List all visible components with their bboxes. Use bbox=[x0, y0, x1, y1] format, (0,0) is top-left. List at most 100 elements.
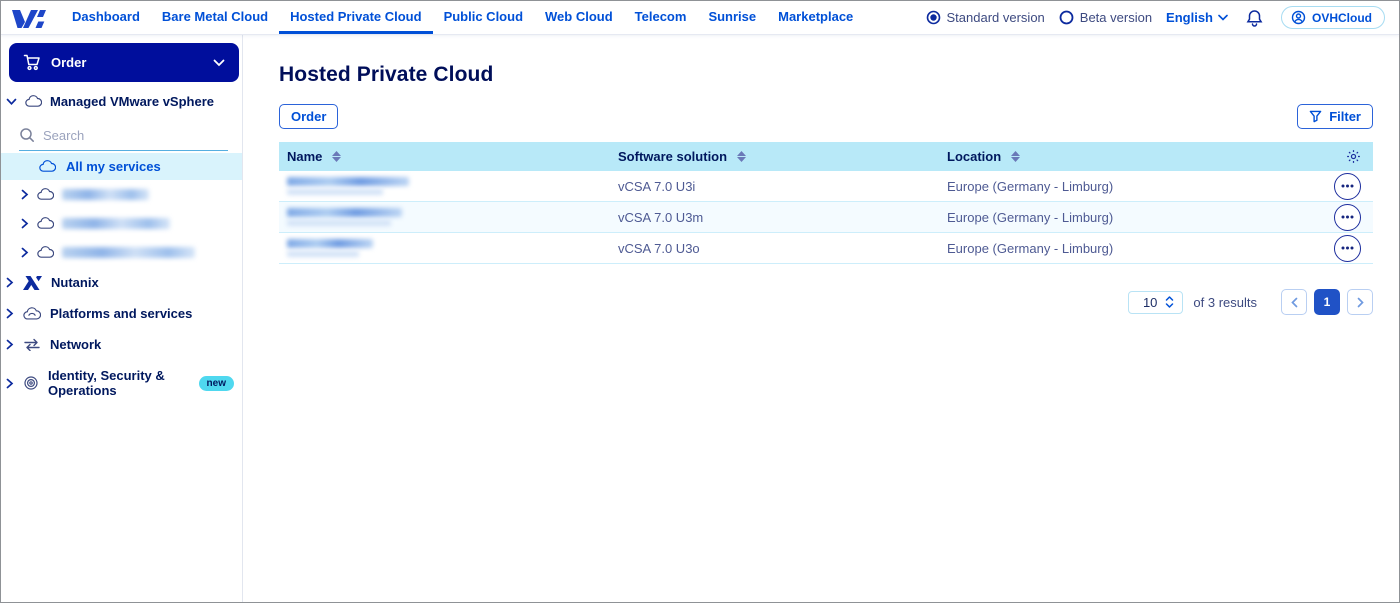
sidebar-section-vsphere[interactable]: Managed VMware vSphere bbox=[1, 88, 242, 115]
chevron-right-icon bbox=[6, 339, 14, 350]
new-badge: new bbox=[199, 376, 234, 391]
location-cell: Europe (Germany - Limburg) bbox=[939, 241, 1299, 256]
nav-web-cloud[interactable]: Web Cloud bbox=[534, 1, 624, 34]
row-actions-button[interactable] bbox=[1334, 173, 1361, 200]
platforms-and-services-label: Platforms and services bbox=[50, 306, 192, 321]
page-size-value: 10 bbox=[1143, 295, 1157, 310]
primary-nav: Dashboard Bare Metal Cloud Hosted Privat… bbox=[61, 1, 864, 34]
sidebar-item-redacted-service[interactable] bbox=[1, 209, 242, 238]
topbar-right-controls: Standard version Beta version English bbox=[926, 1, 1400, 34]
sidebar-order-button[interactable]: Order bbox=[9, 43, 239, 82]
column-header-name[interactable]: Name bbox=[279, 149, 610, 164]
identity-icon bbox=[23, 376, 39, 390]
location-cell: Europe (Germany - Limburg) bbox=[939, 179, 1299, 194]
previous-page-button[interactable] bbox=[1281, 289, 1307, 315]
redacted-service-name bbox=[287, 239, 373, 257]
location-column-label: Location bbox=[947, 149, 1001, 164]
vsphere-section-label: Managed VMware vSphere bbox=[50, 94, 214, 109]
order-button-label: Order bbox=[51, 55, 86, 70]
software-solution-column-label: Software solution bbox=[618, 149, 727, 164]
sidebar-item-redacted-service[interactable] bbox=[1, 238, 242, 267]
service-name-cell[interactable] bbox=[279, 239, 610, 257]
page-1-button[interactable]: 1 bbox=[1314, 289, 1340, 315]
column-header-software-solution[interactable]: Software solution bbox=[610, 149, 939, 164]
page-size-select[interactable]: 10 bbox=[1128, 291, 1183, 314]
table-row[interactable]: vCSA 7.0 U3i Europe (Germany - Limburg) bbox=[279, 171, 1373, 202]
account-button[interactable]: OVHCloud bbox=[1281, 6, 1385, 29]
radio-unselected-icon bbox=[1059, 10, 1074, 25]
redacted-service-name bbox=[287, 208, 402, 226]
cloud-services-icon bbox=[23, 307, 41, 321]
nav-dashboard[interactable]: Dashboard bbox=[61, 1, 151, 34]
network-icon bbox=[23, 338, 41, 351]
beta-version-label: Beta version bbox=[1080, 10, 1152, 25]
network-label: Network bbox=[50, 337, 101, 352]
user-icon bbox=[1291, 10, 1306, 25]
software-solution-cell: vCSA 7.0 U3m bbox=[610, 210, 939, 225]
nav-hosted-private-cloud[interactable]: Hosted Private Cloud bbox=[279, 1, 432, 34]
language-label: English bbox=[1166, 10, 1213, 25]
sort-icon[interactable] bbox=[1011, 151, 1020, 162]
pagination: 10 of 3 results 1 bbox=[279, 289, 1373, 315]
chevron-right-icon bbox=[6, 378, 14, 389]
column-settings bbox=[1299, 149, 1373, 164]
account-label: OVHCloud bbox=[1312, 11, 1372, 25]
sidebar-item-nutanix[interactable]: Nutanix bbox=[1, 267, 242, 298]
sidebar-item-platforms-and-services[interactable]: Platforms and services bbox=[1, 298, 242, 329]
filter-funnel-icon bbox=[1309, 110, 1322, 123]
sidebar-item-network[interactable]: Network bbox=[1, 329, 242, 360]
app-window: Dashboard Bare Metal Cloud Hosted Privat… bbox=[0, 0, 1400, 603]
sidebar-item-redacted-service[interactable] bbox=[1, 180, 242, 209]
redacted-service-name bbox=[62, 247, 195, 258]
search-icon bbox=[19, 127, 35, 143]
next-page-button[interactable] bbox=[1347, 289, 1373, 315]
cloud-icon bbox=[39, 160, 56, 173]
chevron-right-icon bbox=[21, 189, 29, 200]
table-row[interactable]: vCSA 7.0 U3m Europe (Germany - Limburg) bbox=[279, 202, 1373, 233]
language-selector[interactable]: English bbox=[1166, 10, 1228, 25]
search-input[interactable] bbox=[43, 128, 203, 143]
services-table: Name Software solution Location bbox=[279, 142, 1373, 264]
cart-icon bbox=[23, 54, 41, 71]
page-title: Hosted Private Cloud bbox=[279, 63, 1373, 87]
chevron-down-icon bbox=[1218, 14, 1228, 21]
location-cell: Europe (Germany - Limburg) bbox=[939, 210, 1299, 225]
filter-button-label: Filter bbox=[1329, 109, 1361, 124]
sidebar-item-all-my-services[interactable]: All my services bbox=[1, 153, 242, 180]
nav-bare-metal-cloud[interactable]: Bare Metal Cloud bbox=[151, 1, 279, 34]
service-name-cell[interactable] bbox=[279, 177, 610, 195]
ovhcloud-logo[interactable] bbox=[1, 1, 61, 34]
chevron-right-icon bbox=[6, 277, 14, 288]
gear-icon[interactable] bbox=[1346, 149, 1361, 164]
nav-marketplace[interactable]: Marketplace bbox=[767, 1, 864, 34]
sort-icon[interactable] bbox=[737, 151, 746, 162]
all-my-services-label: All my services bbox=[66, 159, 161, 174]
standard-version-radio[interactable]: Standard version bbox=[926, 10, 1045, 25]
row-actions-button[interactable] bbox=[1334, 204, 1361, 231]
table-row[interactable]: vCSA 7.0 U3o Europe (Germany - Limburg) bbox=[279, 233, 1373, 264]
service-name-cell[interactable] bbox=[279, 208, 610, 226]
nav-public-cloud[interactable]: Public Cloud bbox=[433, 1, 534, 34]
order-button[interactable]: Order bbox=[279, 104, 338, 129]
updown-caret-icon bbox=[1165, 296, 1174, 308]
sort-icon[interactable] bbox=[332, 151, 341, 162]
nav-telecom[interactable]: Telecom bbox=[624, 1, 698, 34]
cloud-icon bbox=[25, 95, 42, 108]
name-column-label: Name bbox=[287, 149, 322, 164]
chevron-down-icon bbox=[6, 98, 17, 106]
column-header-location[interactable]: Location bbox=[939, 149, 1299, 164]
filter-button[interactable]: Filter bbox=[1297, 104, 1373, 129]
sidebar-item-identity-security-operations[interactable]: Identity, Security & Operations new bbox=[1, 360, 242, 406]
table-header-row: Name Software solution Location bbox=[279, 142, 1373, 171]
redacted-service-name bbox=[62, 189, 149, 200]
notifications-button[interactable] bbox=[1242, 9, 1267, 27]
beta-version-radio[interactable]: Beta version bbox=[1059, 10, 1152, 25]
row-actions-button[interactable] bbox=[1334, 235, 1361, 262]
results-count-label: of 3 results bbox=[1193, 295, 1257, 310]
nav-sunrise[interactable]: Sunrise bbox=[697, 1, 767, 34]
main-content: Hosted Private Cloud Order Filter Name bbox=[243, 35, 1399, 602]
redacted-service-name bbox=[287, 177, 409, 195]
software-solution-cell: vCSA 7.0 U3i bbox=[610, 179, 939, 194]
sidebar: Order Managed VMware vSphere bbox=[1, 35, 243, 602]
chevron-right-icon bbox=[21, 247, 29, 258]
